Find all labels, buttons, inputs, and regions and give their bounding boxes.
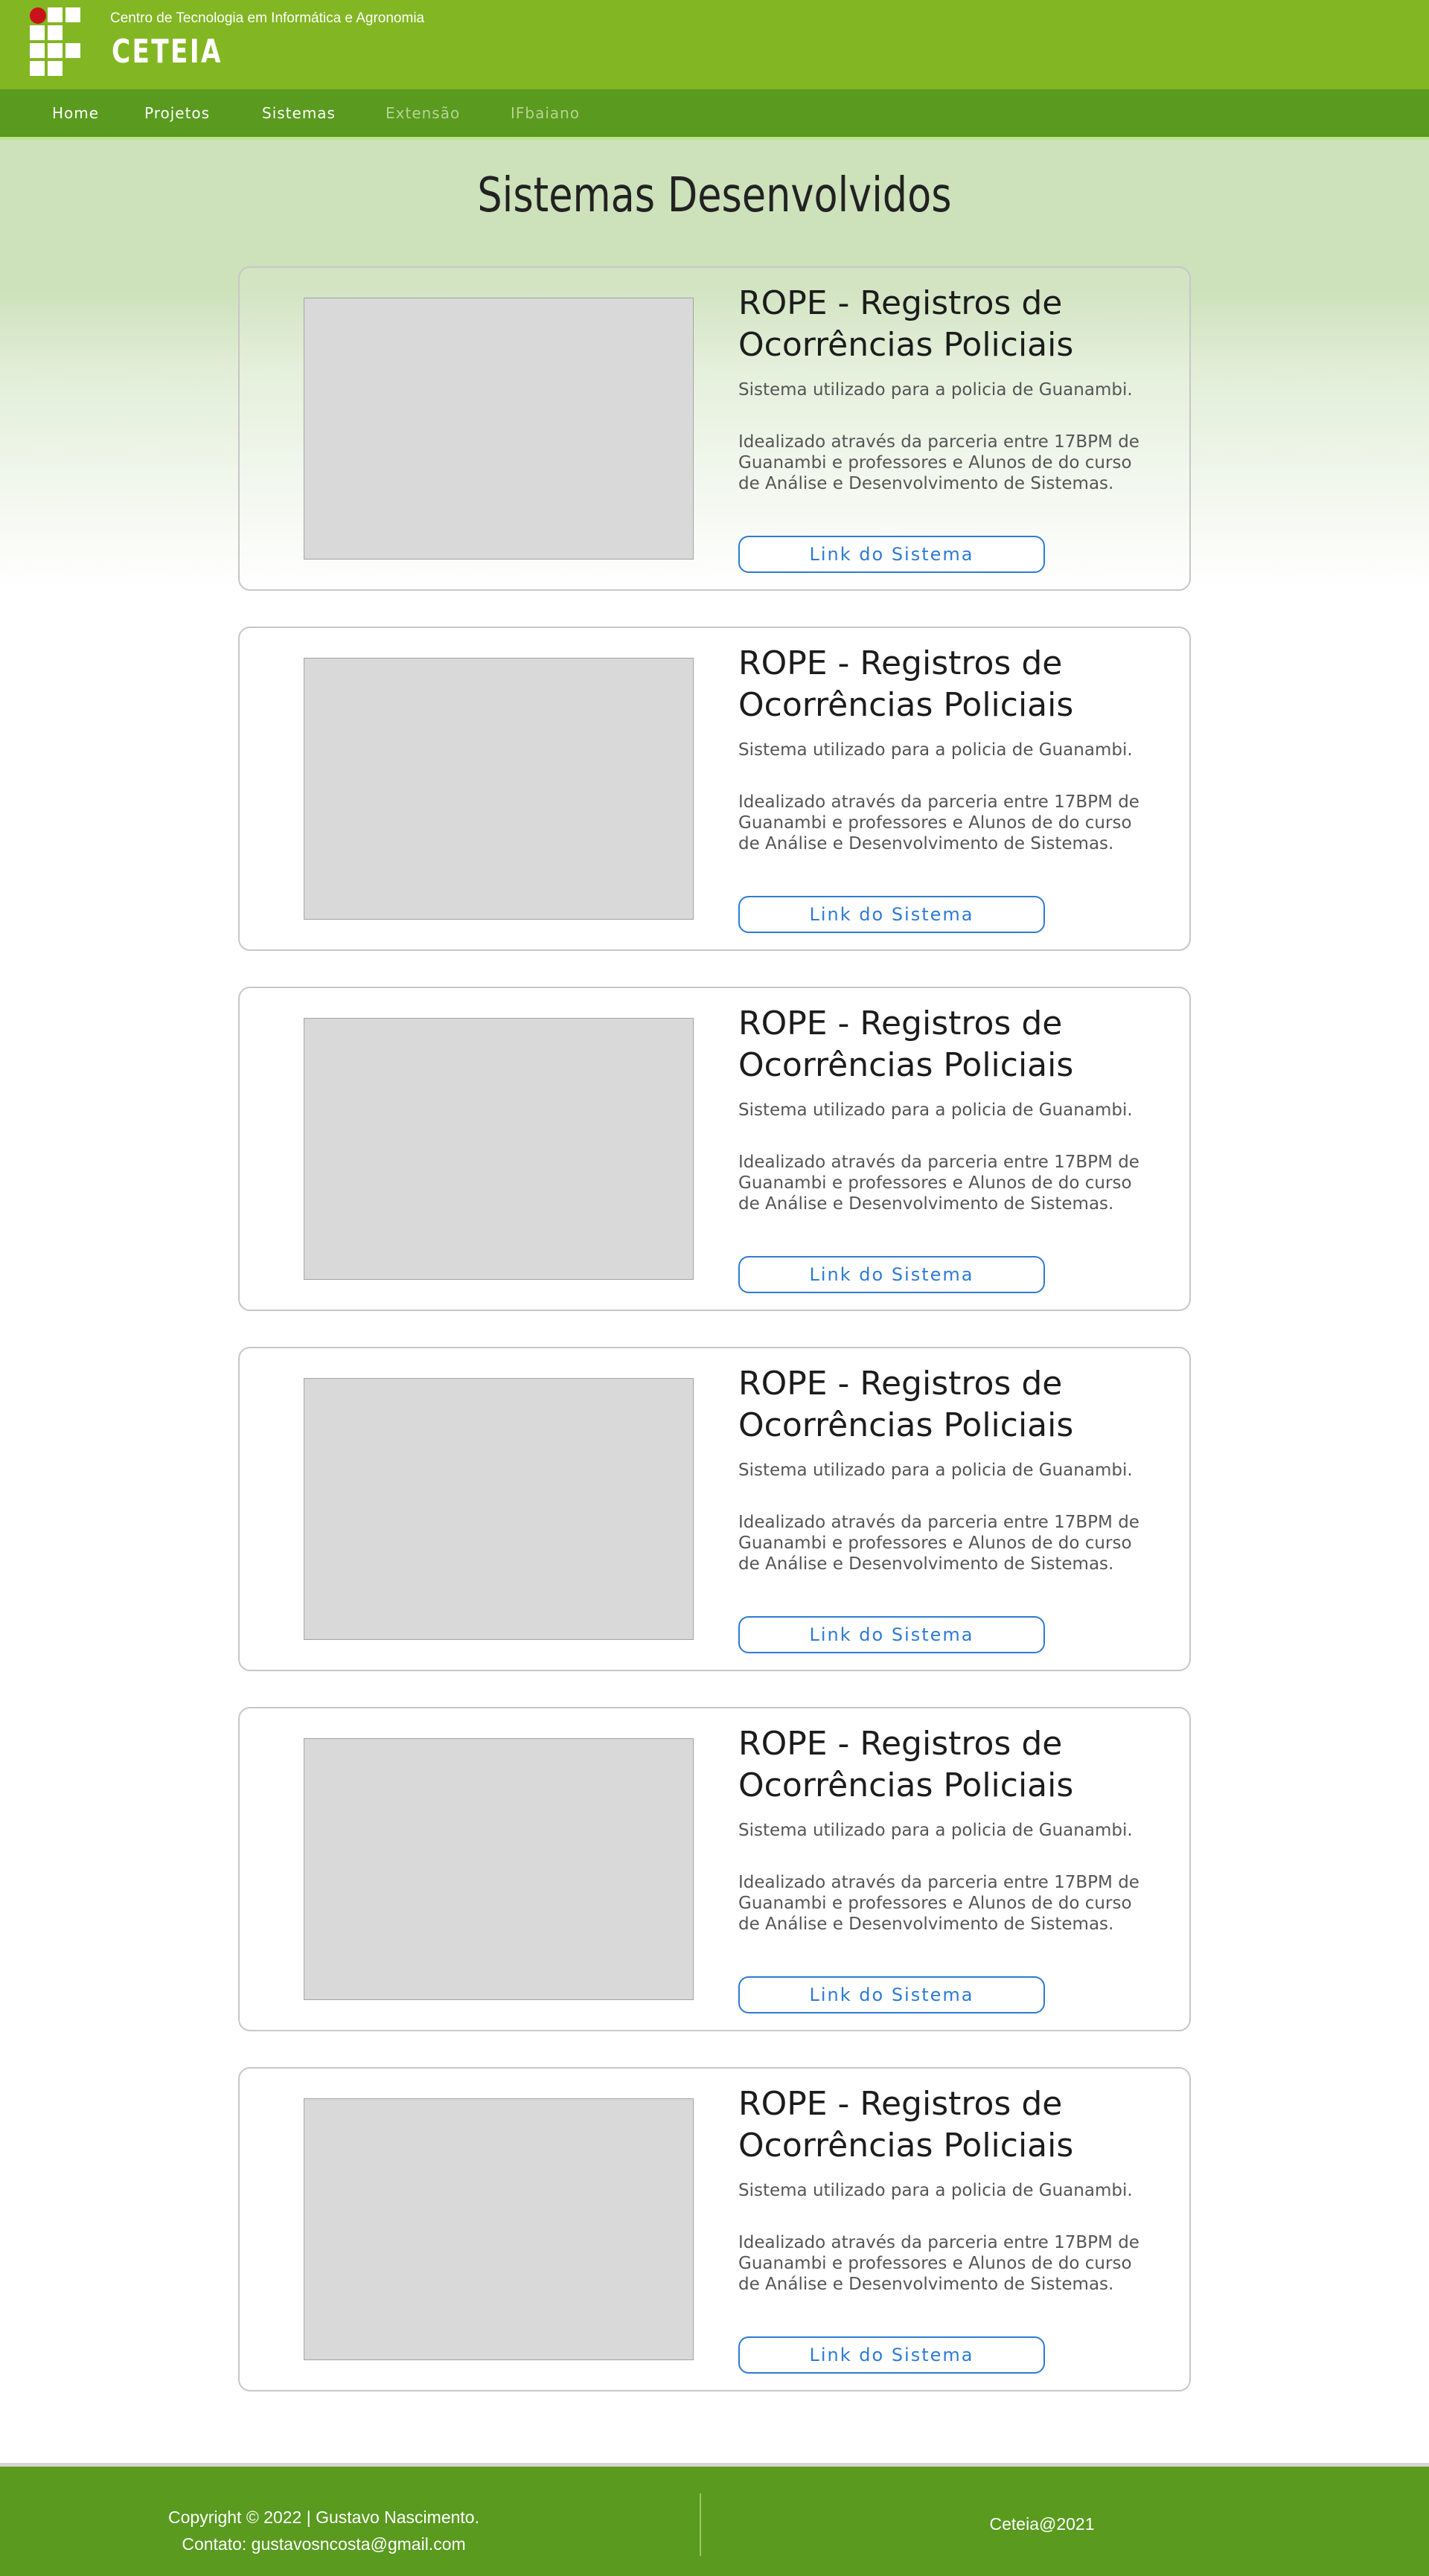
nav-home[interactable]: Home (52, 104, 99, 122)
logo-square (30, 43, 45, 58)
logo-square (30, 61, 45, 76)
footer-contact: Contato: gustavosncosta@gmail.com (182, 2534, 466, 2554)
system-details: Idealizado através da parceria entre 17B… (738, 792, 1139, 853)
footer-right-text: Ceteia@2021 (989, 2514, 1095, 2534)
system-link-button[interactable]: Link do Sistema (738, 1256, 1045, 1293)
system-card: ROPE - Registros de Ocorrências Policiai… (238, 627, 1191, 951)
logo-square (65, 43, 80, 58)
system-description: Sistema utilizado para a policia de Guan… (738, 380, 1133, 400)
system-details: Idealizado através da parceria entre 17B… (738, 1873, 1139, 1934)
system-description: Sistema utilizado para a policia de Guan… (738, 1461, 1133, 1480)
system-card: ROPE - Registros de Ocorrências Policiai… (238, 1707, 1191, 2031)
brand-title[interactable]: CETEIA (112, 36, 223, 68)
system-title: ROPE - Registros de Ocorrências Policiai… (738, 1725, 1074, 1804)
system-title: ROPE - Registros de Ocorrências Policiai… (738, 1365, 1074, 1444)
nav-extensao[interactable]: Extensão (386, 104, 460, 122)
system-details: Idealizado através da parceria entre 17B… (738, 432, 1139, 493)
site-footer: Copyright © 2022 | Gustavo Nascimento. C… (0, 2463, 1429, 2576)
system-image-placeholder (304, 1018, 694, 1280)
system-description: Sistema utilizado para a policia de Guan… (738, 1100, 1133, 1120)
system-link-button[interactable]: Link do Sistema (738, 2336, 1045, 2374)
system-card: ROPE - Registros de Ocorrências Policiai… (238, 2067, 1191, 2391)
site-header: Centro de Tecnologia em Informática e Ag… (0, 0, 1429, 89)
system-link-button[interactable]: Link do Sistema (738, 896, 1045, 933)
nav-projetos[interactable]: Projetos (144, 104, 210, 122)
system-card: ROPE - Registros de Ocorrências Policiai… (238, 987, 1191, 1311)
system-title: ROPE - Registros de Ocorrências Policiai… (738, 1005, 1074, 1084)
system-image-placeholder (304, 298, 694, 560)
system-description: Sistema utilizado para a policia de Guan… (738, 1821, 1133, 1840)
system-details: Idealizado através da parceria entre 17B… (738, 1513, 1139, 1574)
footer-copyright: Copyright © 2022 | Gustavo Nascimento. (168, 2508, 479, 2527)
system-card: ROPE - Registros de Ocorrências Policiai… (238, 266, 1191, 591)
system-description: Sistema utilizado para a policia de Guan… (738, 740, 1133, 760)
logo-square (30, 25, 45, 40)
logo-square (48, 25, 63, 40)
system-description: Sistema utilizado para a policia de Guan… (738, 2181, 1133, 2200)
logo-square (48, 7, 63, 22)
footer-credits: Copyright © 2022 | Gustavo Nascimento. C… (160, 2504, 487, 2557)
ifbaiano-logo-icon[interactable] (30, 7, 82, 76)
footer-divider (700, 2493, 701, 2556)
system-card: ROPE - Registros de Ocorrências Policiai… (238, 1347, 1191, 1671)
system-details: Idealizado através da parceria entre 17B… (738, 2233, 1139, 2294)
system-image-placeholder (304, 1378, 694, 1640)
logo-square (48, 43, 63, 58)
system-details: Idealizado através da parceria entre 17B… (738, 1153, 1139, 1214)
system-title: ROPE - Registros de Ocorrências Policiai… (738, 284, 1074, 364)
system-link-button[interactable]: Link do Sistema (738, 1976, 1045, 2013)
system-title: ROPE - Registros de Ocorrências Policiai… (738, 2085, 1074, 2165)
logo-square (48, 61, 63, 76)
page-title: Sistemas Desenvolvidos (477, 168, 952, 223)
nav-sistemas[interactable]: Sistemas (262, 104, 336, 122)
nav-ifbaiano[interactable]: IFbaiano (511, 104, 580, 122)
logo-square (65, 7, 80, 22)
system-link-button[interactable]: Link do Sistema (738, 536, 1045, 573)
system-image-placeholder (304, 1738, 694, 2000)
logo-red-dot (30, 7, 46, 24)
system-image-placeholder (304, 2098, 694, 2360)
system-title: ROPE - Registros de Ocorrências Policiai… (738, 644, 1074, 724)
brand-subtitle: Centro de Tecnologia em Informática e Ag… (110, 10, 425, 26)
system-image-placeholder (304, 658, 694, 920)
main-nav: Home Projetos Sistemas Extensão IFbaiano (0, 89, 1429, 140)
system-link-button[interactable]: Link do Sistema (738, 1616, 1045, 1653)
